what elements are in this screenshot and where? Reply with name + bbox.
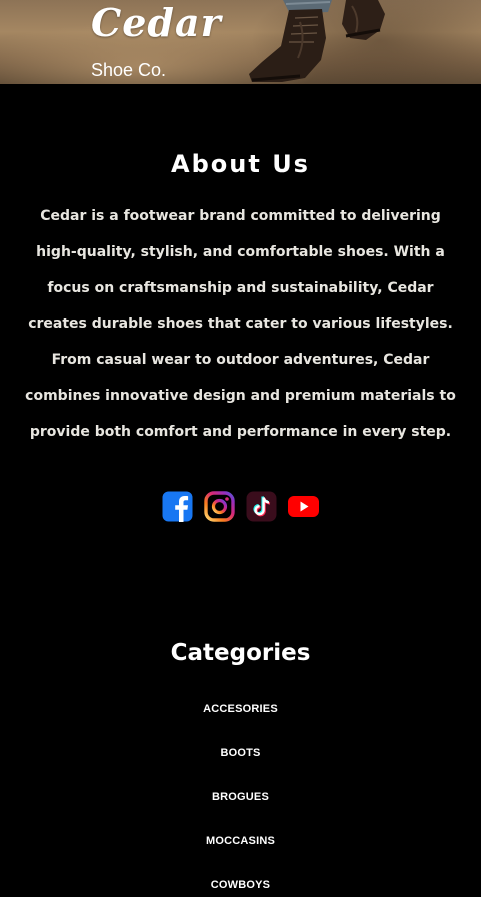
category-item: MOCCASINS (0, 828, 481, 872)
tiktok-icon (246, 491, 277, 522)
youtube-icon (288, 496, 319, 517)
category-item: ACCESORIES (0, 696, 481, 740)
about-title: About Us (171, 150, 310, 178)
categories-title: Categories (170, 640, 311, 666)
tiktok-link[interactable] (246, 491, 277, 522)
brand-subtitle: Shoe Co. (91, 60, 167, 80)
categories-list: ACCESORIES BOOTS BROGUES MOCCASINS COWBO… (0, 696, 481, 897)
hero-banner: Cedar Shoe Co. (0, 0, 481, 84)
category-brogues-link[interactable]: BROGUES (212, 791, 269, 803)
category-moccasins-link[interactable]: MOCCASINS (206, 835, 275, 847)
category-item: COWBOYS (0, 872, 481, 897)
brand-name: Cedar (91, 0, 222, 45)
category-item: BROGUES (0, 784, 481, 828)
instagram-icon (204, 491, 235, 522)
social-links (0, 491, 481, 522)
category-accesories-link[interactable]: ACCESORIES (203, 703, 278, 715)
category-item: BOOTS (0, 740, 481, 784)
facebook-icon (162, 491, 193, 522)
instagram-link[interactable] (204, 491, 235, 522)
category-cowboys-link[interactable]: COWBOYS (211, 879, 270, 891)
category-boots-link[interactable]: BOOTS (220, 747, 260, 759)
page: Cedar Shoe Co. About Us Cedar is a footw… (0, 0, 481, 897)
about-description: Cedar is a footwear brand committed to d… (25, 208, 456, 440)
facebook-link[interactable] (162, 491, 193, 522)
youtube-link[interactable] (288, 491, 319, 522)
hero-boots-image (249, 0, 385, 82)
